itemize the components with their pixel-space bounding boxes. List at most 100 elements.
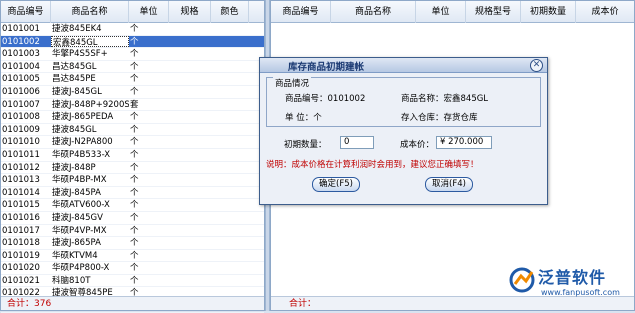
cell-spec (169, 99, 211, 111)
col-header-spec[interactable]: 规格 (169, 0, 211, 23)
cell-code: 0101013 (2, 175, 40, 186)
product-info-group: 商品情况 商品编号：0101002 商品名称：宏鑫845GL 单 位：个 存入仓… (266, 77, 541, 127)
cell-spec (169, 187, 211, 199)
cell-code: 0101011 (2, 149, 40, 160)
cell-color (211, 262, 249, 274)
cell-unit: 个 (130, 250, 139, 261)
cell-name: 华硕ATV600-X (52, 200, 110, 211)
cell-code: 0101001 (2, 24, 40, 34)
cell-spec (169, 48, 211, 60)
table-row[interactable]: 0101015 华硕ATV600-X 个 (1, 199, 264, 212)
table-row[interactable]: 0101002 宏鑫845GL 个 (1, 35, 264, 49)
table-row[interactable]: 0101012 捷波J-848P 个 (1, 162, 264, 175)
ok-button[interactable]: 确定(F5) (312, 177, 360, 192)
cell-code: 0101002 (2, 36, 40, 47)
table-row[interactable]: 0101016 捷波J-845GV 个 (1, 212, 264, 225)
cell-spec (169, 262, 211, 274)
cell-spec (169, 73, 211, 85)
cell-unit: 个 (130, 74, 139, 85)
cell-unit: 个 (130, 137, 139, 148)
col-header-name[interactable]: 商品名称 (331, 0, 416, 23)
col-header-unit[interactable]: 单位 (129, 0, 169, 23)
cell-unit: 个 (130, 112, 139, 123)
cell-name: 华硕P4VP-MX (52, 225, 107, 236)
table-row[interactable]: 0101004 昌达845GL 个 (1, 61, 264, 74)
cell-spec (169, 111, 211, 123)
cell-spec (169, 61, 211, 73)
cell-color (211, 250, 249, 262)
col-header-opening-qty[interactable]: 初期数量 (521, 0, 576, 23)
cell-unit: 个 (130, 200, 139, 211)
cell-color (211, 225, 249, 237)
cell-color (211, 275, 249, 287)
cost-price-input[interactable]: ¥ 270.000 (436, 136, 492, 149)
cell-unit: 个 (130, 24, 139, 34)
col-header-model[interactable]: 规格型号 (466, 0, 521, 23)
table-row[interactable]: 0101009 捷波845GL 个 (1, 124, 264, 137)
table-row[interactable]: 0101018 捷波J-865PA 个 (1, 237, 264, 250)
cell-spec (169, 124, 211, 136)
cell-unit: 个 (130, 124, 139, 135)
cell-name: 捷波J-865PEDA (52, 112, 114, 123)
table-row[interactable]: 0101011 华硕P4B533-X 个 (1, 149, 264, 162)
product-list-total: 合计：376 (1, 296, 264, 310)
cell-color (211, 124, 249, 136)
col-header-name[interactable]: 商品名称 (51, 0, 129, 23)
table-row[interactable]: 0101020 华硕P4P800-X 个 (1, 262, 264, 275)
warehouse-info: 存入仓库：存货仓库 (401, 113, 478, 123)
cell-name: 捷波J-865PA (52, 238, 101, 249)
col-header-code[interactable]: 商品编号 (1, 0, 51, 23)
product-code-info: 商品编号：0101002 (285, 94, 366, 104)
cell-code: 0101008 (2, 112, 40, 123)
cell-unit: 个 (130, 86, 139, 97)
table-row[interactable]: 0101021 科脑810T 个 (1, 275, 264, 288)
cell-name: 捷波J-845PA (52, 187, 101, 198)
table-row[interactable]: 0101019 华硕KTVM4 个 (1, 250, 264, 263)
cell-spec (169, 250, 211, 262)
cell-spec (169, 36, 211, 48)
cell-color (211, 187, 249, 199)
cell-code: 0101012 (2, 162, 40, 173)
table-row[interactable]: 0101005 昌达845PE 个 (1, 73, 264, 86)
cell-spec (169, 237, 211, 249)
table-row[interactable]: 0101017 华硕P4VP-MX 个 (1, 225, 264, 238)
col-header-color[interactable]: 颜色 (211, 0, 249, 23)
opening-qty-input[interactable]: 0 (340, 136, 374, 149)
cancel-button[interactable]: 取消(F4) (425, 177, 473, 192)
close-icon[interactable]: ✕ (530, 59, 543, 72)
cell-code: 0101004 (2, 61, 40, 72)
table-row[interactable]: 0101013 华硕P4BP-MX 个 (1, 174, 264, 187)
cell-name: 捷波845GL (52, 124, 97, 135)
cell-unit: 套 (130, 99, 139, 110)
product-unit-info: 单 位：个 (285, 113, 322, 123)
table-row[interactable]: 0101003 华擎P4S5SF+ 个 (1, 48, 264, 61)
dialog-note: 说明：成本价格在计算利润时会用到，建议您正确填写！ (266, 160, 479, 170)
col-header-code[interactable]: 商品编号 (271, 0, 331, 23)
col-header-unit[interactable]: 单位 (416, 0, 466, 23)
cell-unit: 个 (130, 175, 139, 186)
table-row[interactable]: 0101006 捷波J-845GL 个 (1, 86, 264, 99)
cell-spec (169, 275, 211, 287)
cell-name: 昌达845GL (52, 61, 97, 72)
dialog-titlebar[interactable]: 库存商品初期建帐 ✕ (260, 58, 547, 73)
cell-code: 0101007 (2, 99, 40, 110)
product-list-panel: 商品编号 商品名称 单位 规格 颜色 0101001 捷波845EK4 个 01010… (0, 0, 265, 313)
col-header-cost[interactable]: 成本价 (576, 1, 634, 23)
table-row[interactable]: 0101001 捷波845EK4 个 (1, 23, 264, 36)
cell-unit: 个 (130, 212, 139, 223)
table-row[interactable]: 0101007 捷波J-848P+9200SE/1套 (1, 99, 264, 112)
cell-name: 华硕P4P800-X (52, 263, 110, 274)
fanpu-logo-icon (509, 267, 535, 293)
table-row[interactable]: 0101010 捷波J-N2PA800 个 (1, 136, 264, 149)
cell-unit: 个 (130, 162, 139, 173)
table-row[interactable]: 0101014 捷波J-845PA 个 (1, 187, 264, 200)
cell-unit: 个 (130, 49, 139, 60)
cell-unit: 个 (130, 149, 139, 160)
cost-price-label: 成本价： (400, 140, 435, 150)
dialog-title: 库存商品初期建帐 (288, 62, 365, 73)
table-row[interactable]: 0101008 捷波J-865PEDA 个 (1, 111, 264, 124)
cell-spec (169, 212, 211, 224)
cell-spec (169, 162, 211, 174)
cell-code: 0101021 (2, 275, 40, 286)
cell-name: 捷波845EK4 (52, 24, 102, 34)
